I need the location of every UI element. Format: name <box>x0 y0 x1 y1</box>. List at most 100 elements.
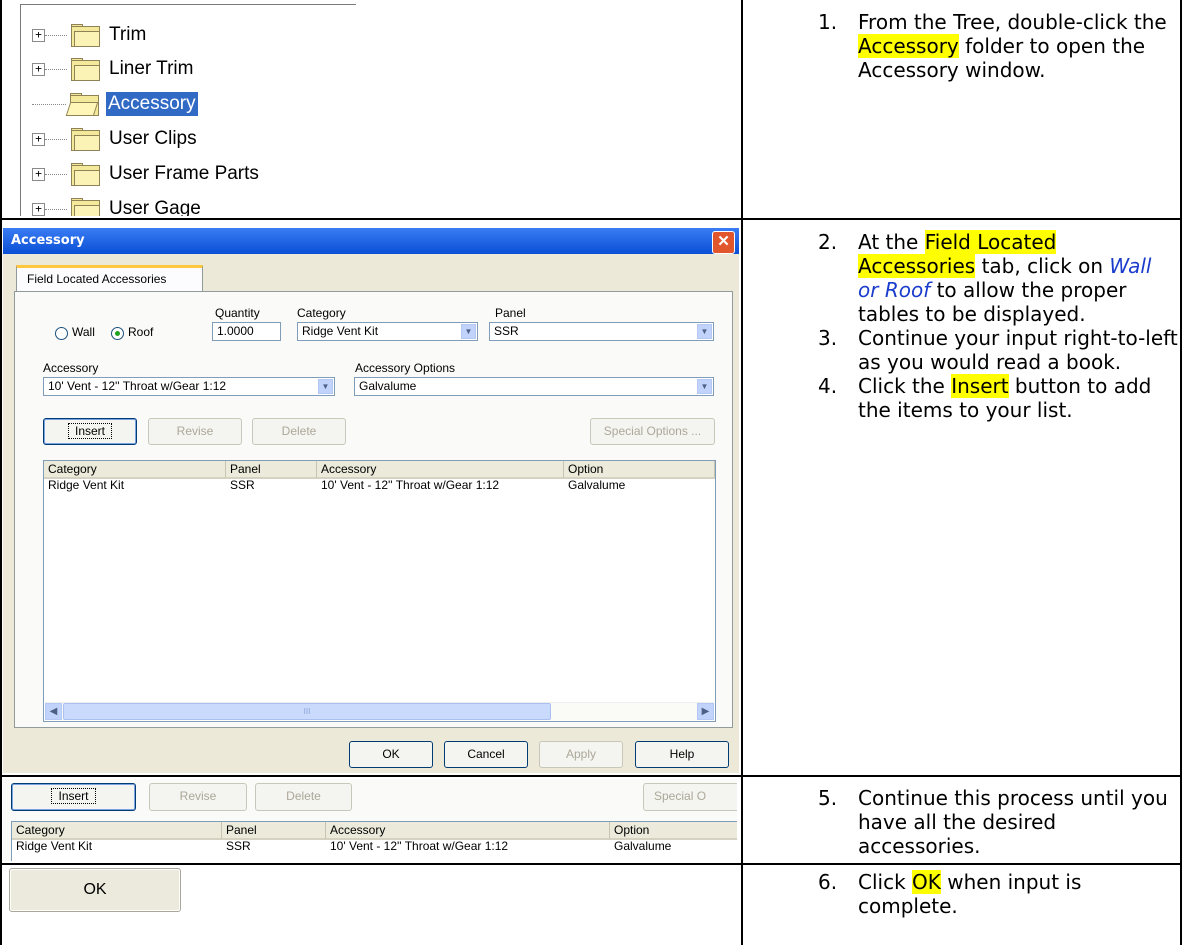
tree-item-label: User Clips <box>109 128 197 149</box>
dialog-title: Accessory <box>11 233 85 248</box>
scroll-right-icon[interactable]: ▶ <box>697 703 714 720</box>
row-panel: SSR <box>230 478 255 492</box>
accessory-dialog: Accessory ✕ Field Located Accessories Qu… <box>3 228 739 773</box>
row-option: Galvalume <box>568 478 626 492</box>
tab-field-located-accessories[interactable]: Field Located Accessories <box>16 265 203 291</box>
expand-icon[interactable]: + <box>32 62 45 76</box>
quantity-input[interactable]: 1.0000 <box>212 322 281 341</box>
category-value: Ridge Vent Kit <box>302 324 379 338</box>
special-options-button[interactable]: Special O <box>643 783 737 811</box>
horizontal-scrollbar[interactable]: ◀ III ▶ <box>45 702 714 720</box>
delete-button[interactable]: Delete <box>255 783 352 811</box>
scroll-left-icon[interactable]: ◀ <box>45 703 62 720</box>
ok-button[interactable]: OK <box>349 741 433 768</box>
column-header-accessory[interactable]: Accessory <box>326 822 610 840</box>
open-folder-icon <box>65 93 99 116</box>
row-accessory: 10' Vent - 12'' Throat w/Gear 1:12 <box>330 839 509 853</box>
folder-icon <box>69 128 100 151</box>
ok-button[interactable]: OK <box>9 868 181 912</box>
delete-button[interactable]: Delete <box>252 418 346 445</box>
column-header-option[interactable]: Option <box>564 461 715 479</box>
tree-view[interactable]: + Trim + Liner Trim Accessory + User Cli… <box>20 4 356 216</box>
accessory-options-label: Accessory Options <box>355 361 456 375</box>
chevron-down-icon[interactable]: ▼ <box>461 324 476 339</box>
tree-item-label: User Gage <box>109 198 201 216</box>
column-header-category[interactable]: Category <box>44 461 226 479</box>
chevron-down-icon[interactable]: ▼ <box>318 379 333 394</box>
tree-item-trim[interactable]: + Trim <box>21 19 148 51</box>
highlight: Accessory <box>858 34 959 58</box>
insert-button[interactable]: Insert <box>11 783 136 811</box>
apply-button[interactable]: Apply <box>539 741 623 768</box>
accessory-options-value: Galvalume <box>359 379 417 393</box>
step-1-text: 1. From the Tree, double-click the Access… <box>818 10 1167 82</box>
tree-item-user-clips[interactable]: + User Clips <box>21 123 199 155</box>
accessory-select[interactable]: 10' Vent - 12'' Throat w/Gear 1:12 ▼ <box>43 377 335 396</box>
tree-item-label: Liner Trim <box>109 58 194 79</box>
step-2: 2. At the Field Located Accessories tab, … <box>818 230 1152 326</box>
tree-connector <box>45 68 67 70</box>
wall-label: Wall <box>72 325 95 339</box>
expand-icon[interactable]: + <box>32 28 45 42</box>
row-category: Ridge Vent Kit <box>16 839 93 853</box>
accessory-value: 10' Vent - 12'' Throat w/Gear 1:12 <box>48 379 227 393</box>
column-header-panel[interactable]: Panel <box>226 461 317 479</box>
expand-icon[interactable]: + <box>32 132 45 146</box>
roof-radio[interactable] <box>111 327 124 340</box>
quantity-label: Quantity <box>215 306 260 320</box>
tree-item-user-gage[interactable]: + User Gage <box>21 193 203 216</box>
special-options-button[interactable]: Special Options ... <box>590 418 715 445</box>
scroll-thumb[interactable]: III <box>63 703 551 720</box>
close-icon[interactable]: ✕ <box>712 231 735 254</box>
step-3: 3. Continue your input right-to-left as y… <box>818 326 1178 374</box>
cancel-button[interactable]: Cancel <box>444 741 528 768</box>
dialog-titlebar[interactable]: Accessory ✕ <box>3 228 739 254</box>
tab-panel: Quantity Category Panel Wall Roof 1.0000… <box>14 291 733 728</box>
folder-icon <box>69 58 100 81</box>
folder-icon <box>69 24 100 47</box>
row-panel: SSR <box>226 839 251 853</box>
column-header-category[interactable]: Category <box>12 822 222 840</box>
category-select[interactable]: Ridge Vent Kit ▼ <box>297 322 478 341</box>
highlight: OK <box>912 870 941 894</box>
chevron-down-icon[interactable]: ▼ <box>697 379 712 394</box>
expand-icon[interactable]: + <box>32 202 45 216</box>
table-divider-middle <box>741 0 743 945</box>
column-header-accessory[interactable]: Accessory <box>317 461 564 479</box>
tree-item-user-frame-parts[interactable]: + User Frame Parts <box>21 158 261 190</box>
panel-select[interactable]: SSR ▼ <box>489 322 714 341</box>
accessory-options-select[interactable]: Galvalume ▼ <box>354 377 714 396</box>
table-row-divider <box>0 218 1182 220</box>
column-header-option[interactable]: Option <box>610 822 737 840</box>
revise-button[interactable]: Revise <box>149 783 247 811</box>
accessory-list[interactable]: Category Panel Accessory Option Ridge Ve… <box>11 821 737 861</box>
tree-connector <box>45 173 67 175</box>
step-4: 4. Click the Insert button to add the ite… <box>818 374 1152 422</box>
chevron-down-icon[interactable]: ▼ <box>697 324 712 339</box>
tree-item-accessory[interactable]: Accessory <box>21 88 198 120</box>
step-5-text: 5. Continue this process until you have a… <box>818 786 1168 858</box>
tree-connector <box>45 34 67 36</box>
accessory-list[interactable]: Category Panel Accessory Option Ridge Ve… <box>43 460 716 722</box>
insert-button[interactable]: Insert <box>43 418 137 445</box>
insert-list-snippet: Insert Revise Delete Special O Category … <box>3 779 737 861</box>
folder-icon <box>69 163 100 186</box>
tree-connector <box>45 138 67 140</box>
revise-button[interactable]: Revise <box>148 418 242 445</box>
expand-icon[interactable]: + <box>32 167 45 181</box>
roof-label: Roof <box>128 325 154 339</box>
tree-item-label: Accessory <box>106 92 198 116</box>
tree-item-label: User Frame Parts <box>109 163 259 184</box>
tree-item-liner-trim[interactable]: + Liner Trim <box>21 53 195 85</box>
folder-icon <box>69 198 100 216</box>
wall-radio[interactable] <box>55 327 68 340</box>
column-header-panel[interactable]: Panel <box>222 822 326 840</box>
accessory-label: Accessory <box>43 361 99 375</box>
instruction-document: + Trim + Liner Trim Accessory + User Cli… <box>0 0 1182 945</box>
row-option: Galvalume <box>614 839 672 853</box>
row-accessory: 10' Vent - 12'' Throat w/Gear 1:12 <box>321 478 500 492</box>
help-button[interactable]: Help <box>635 741 729 768</box>
tree-item-label: Trim <box>109 24 147 45</box>
table-border-left <box>0 0 2 945</box>
row-category: Ridge Vent Kit <box>48 478 125 492</box>
